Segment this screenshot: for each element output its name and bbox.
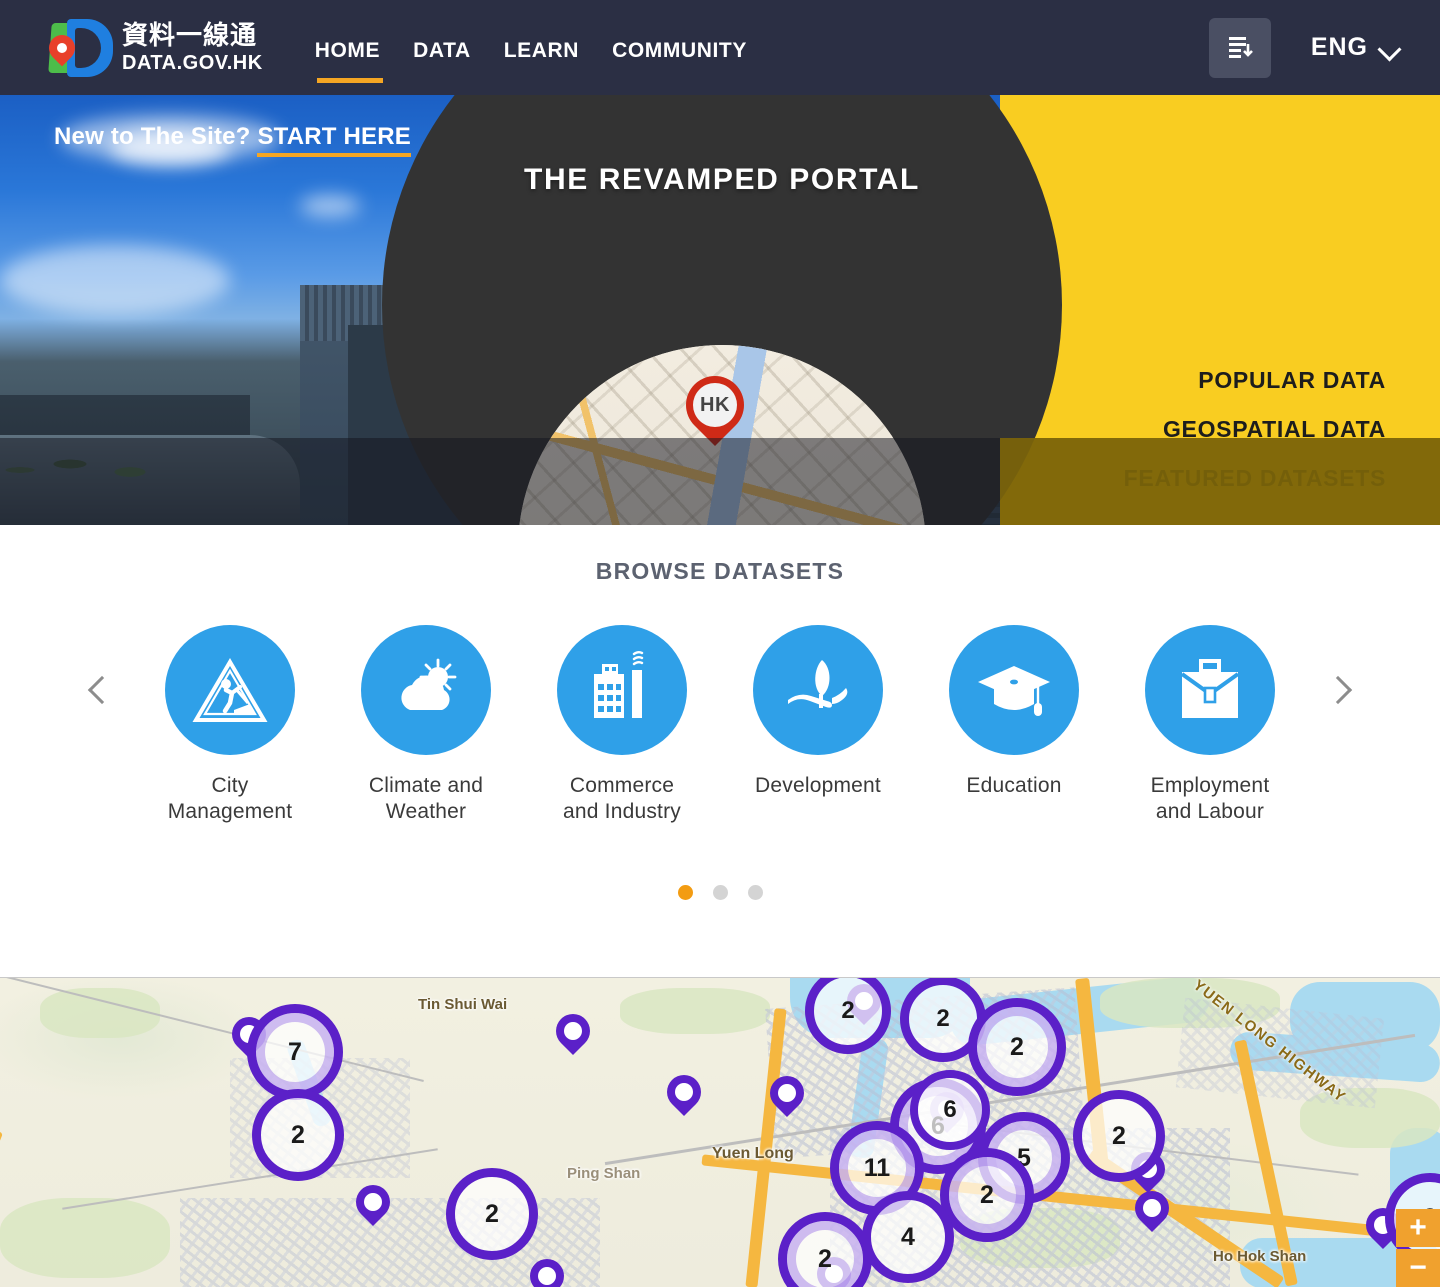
map-cluster[interactable]: 4 — [862, 1191, 954, 1283]
map-cluster[interactable]: 2 — [1073, 1090, 1165, 1182]
map-cluster[interactable]: 7 — [247, 1004, 343, 1100]
site-logo[interactable]: 資料一線通 DATA.GOV.HK — [43, 17, 263, 79]
sun-cloud-icon — [361, 625, 491, 755]
category-label: Education — [966, 774, 1062, 797]
main-navigation: HOME DATA LEARN COMMUNITY — [315, 0, 780, 95]
language-label: ENG — [1310, 33, 1368, 61]
map-canvas — [0, 978, 1440, 1287]
start-here-label: START HERE — [257, 123, 411, 157]
category-label: Employment and Labour — [1150, 774, 1270, 823]
map-cluster[interactable]: 6 — [910, 1070, 990, 1150]
map-place-label-tin-shui-wai: Tin Shui Wai — [418, 996, 508, 1013]
hero-bottom-bar-search-area — [1000, 438, 1440, 525]
nav-item-home[interactable]: HOME — [315, 0, 384, 95]
map-greenspace — [620, 988, 770, 1034]
map-cluster[interactable]: 2 — [446, 1168, 538, 1260]
category-prev-button[interactable] — [72, 625, 132, 755]
nav-item-community[interactable]: COMMUNITY — [612, 0, 747, 95]
category-employment-and-labour[interactable]: Employment and Labour — [1112, 625, 1308, 825]
category-city-management[interactable]: City Management — [132, 625, 328, 825]
chevron-down-icon — [1377, 37, 1402, 62]
map-greenspace — [0, 1198, 170, 1278]
map-cluster[interactable]: 2 — [940, 1148, 1034, 1242]
category-label: Commerce and Industry — [563, 774, 681, 823]
map-place-label-ho-hok-shan: Ho Hok Shan — [1213, 1248, 1307, 1265]
download-list-icon — [1228, 36, 1253, 58]
chevron-right-icon — [1323, 675, 1353, 705]
chevron-left-icon — [87, 675, 117, 705]
header-actions: ENG — [1208, 17, 1402, 78]
category-label: Climate and Weather — [368, 774, 484, 823]
map-zoom-controls: + − — [1396, 1209, 1440, 1287]
page-root: 資料一線通 DATA.GOV.HK HOME DATA LEARN COMMUN… — [0, 0, 1440, 1287]
category-carousel: City Management Climate and Weather Comm… — [0, 625, 1440, 825]
browse-carousel-dot-2[interactable] — [712, 885, 728, 900]
browse-datasets-title: BROWSE DATASETS — [595, 558, 845, 584]
briefcase-icon — [1145, 625, 1275, 755]
category-climate-and-weather[interactable]: Climate and Weather — [328, 625, 524, 825]
category-commerce-and-industry[interactable]: Commerce and Industry — [524, 625, 720, 825]
start-here-link[interactable]: New to The Site? START HERE — [54, 123, 411, 157]
category-education[interactable]: Education — [916, 625, 1112, 799]
logo-mark-icon — [43, 17, 113, 79]
graduation-cap-icon — [949, 625, 1079, 755]
map-zoom-in-button[interactable]: + — [1396, 1209, 1440, 1247]
dataset-map[interactable]: Tin Shui Wai Yuen Long Ping Shan Ho Hok … — [0, 977, 1440, 1287]
cloud-decoration — [300, 195, 360, 217]
hero-link-popular-data[interactable]: POPULAR DATA — [1124, 367, 1386, 394]
hero-banner: ROAD THE REVAMPED PORTAL POPULAR DATA GE… — [0, 95, 1440, 525]
logo-text: 資料一線通 DATA.GOV.HK — [122, 22, 263, 73]
category-development[interactable]: Development — [720, 625, 916, 799]
map-cluster[interactable]: 2 — [252, 1089, 344, 1181]
map-greenspace — [40, 988, 160, 1038]
site-header: 資料一線通 DATA.GOV.HK HOME DATA LEARN COMMUN… — [0, 0, 1440, 95]
nav-item-data[interactable]: DATA — [413, 0, 471, 95]
map-place-label-yuen-long: Yuen Long — [712, 1145, 794, 1162]
logo-chinese-name: 資料一線通 — [122, 20, 258, 50]
map-zoom-out-button[interactable]: − — [1396, 1249, 1440, 1287]
factory-icon — [557, 625, 687, 755]
download-list-button[interactable] — [1208, 17, 1271, 78]
browse-carousel-controls — [0, 885, 1440, 900]
cloud-decoration — [0, 245, 230, 315]
category-next-button[interactable] — [1308, 625, 1368, 755]
hero-title: THE REVAMPED PORTAL — [524, 163, 920, 196]
browse-carousel-dot-3[interactable] — [747, 885, 763, 900]
map-cluster[interactable]: 2 — [968, 998, 1066, 1096]
browse-datasets-section: BROWSE DATASETS City Management Climate … — [0, 525, 1440, 975]
plant-in-hand-icon — [753, 625, 883, 755]
category-label: City Management — [167, 774, 293, 823]
map-place-label-ping-shan: Ping Shan — [567, 1165, 641, 1182]
nav-item-learn[interactable]: LEARN — [504, 0, 579, 95]
logo-domain-name: DATA.GOV.HK — [122, 52, 263, 74]
browse-carousel-dot-1[interactable] — [677, 885, 693, 900]
category-label: Development — [755, 774, 881, 797]
language-selector[interactable]: ENG — [1310, 33, 1402, 62]
start-here-prompt: New to The Site? — [54, 123, 251, 150]
roadwork-icon — [165, 625, 295, 755]
